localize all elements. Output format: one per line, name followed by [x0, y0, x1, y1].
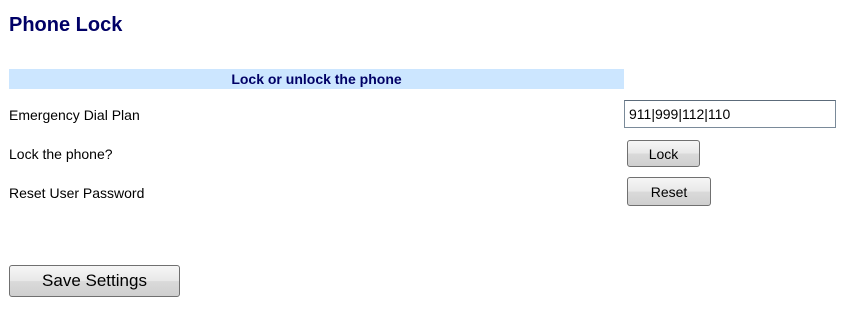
emergency-dial-plan-input[interactable] — [624, 100, 836, 128]
lock-phone-label: Lock the phone? — [9, 146, 113, 162]
reset-user-password-label: Reset User Password — [9, 185, 145, 201]
section-header: Lock or unlock the phone — [9, 69, 624, 89]
emergency-dial-plan-label: Emergency Dial Plan — [9, 107, 140, 123]
lock-button[interactable]: Lock — [627, 140, 700, 167]
page-title: Phone Lock — [9, 14, 123, 36]
reset-password-button[interactable]: Reset — [627, 177, 711, 206]
save-settings-button[interactable]: Save Settings — [9, 265, 180, 297]
